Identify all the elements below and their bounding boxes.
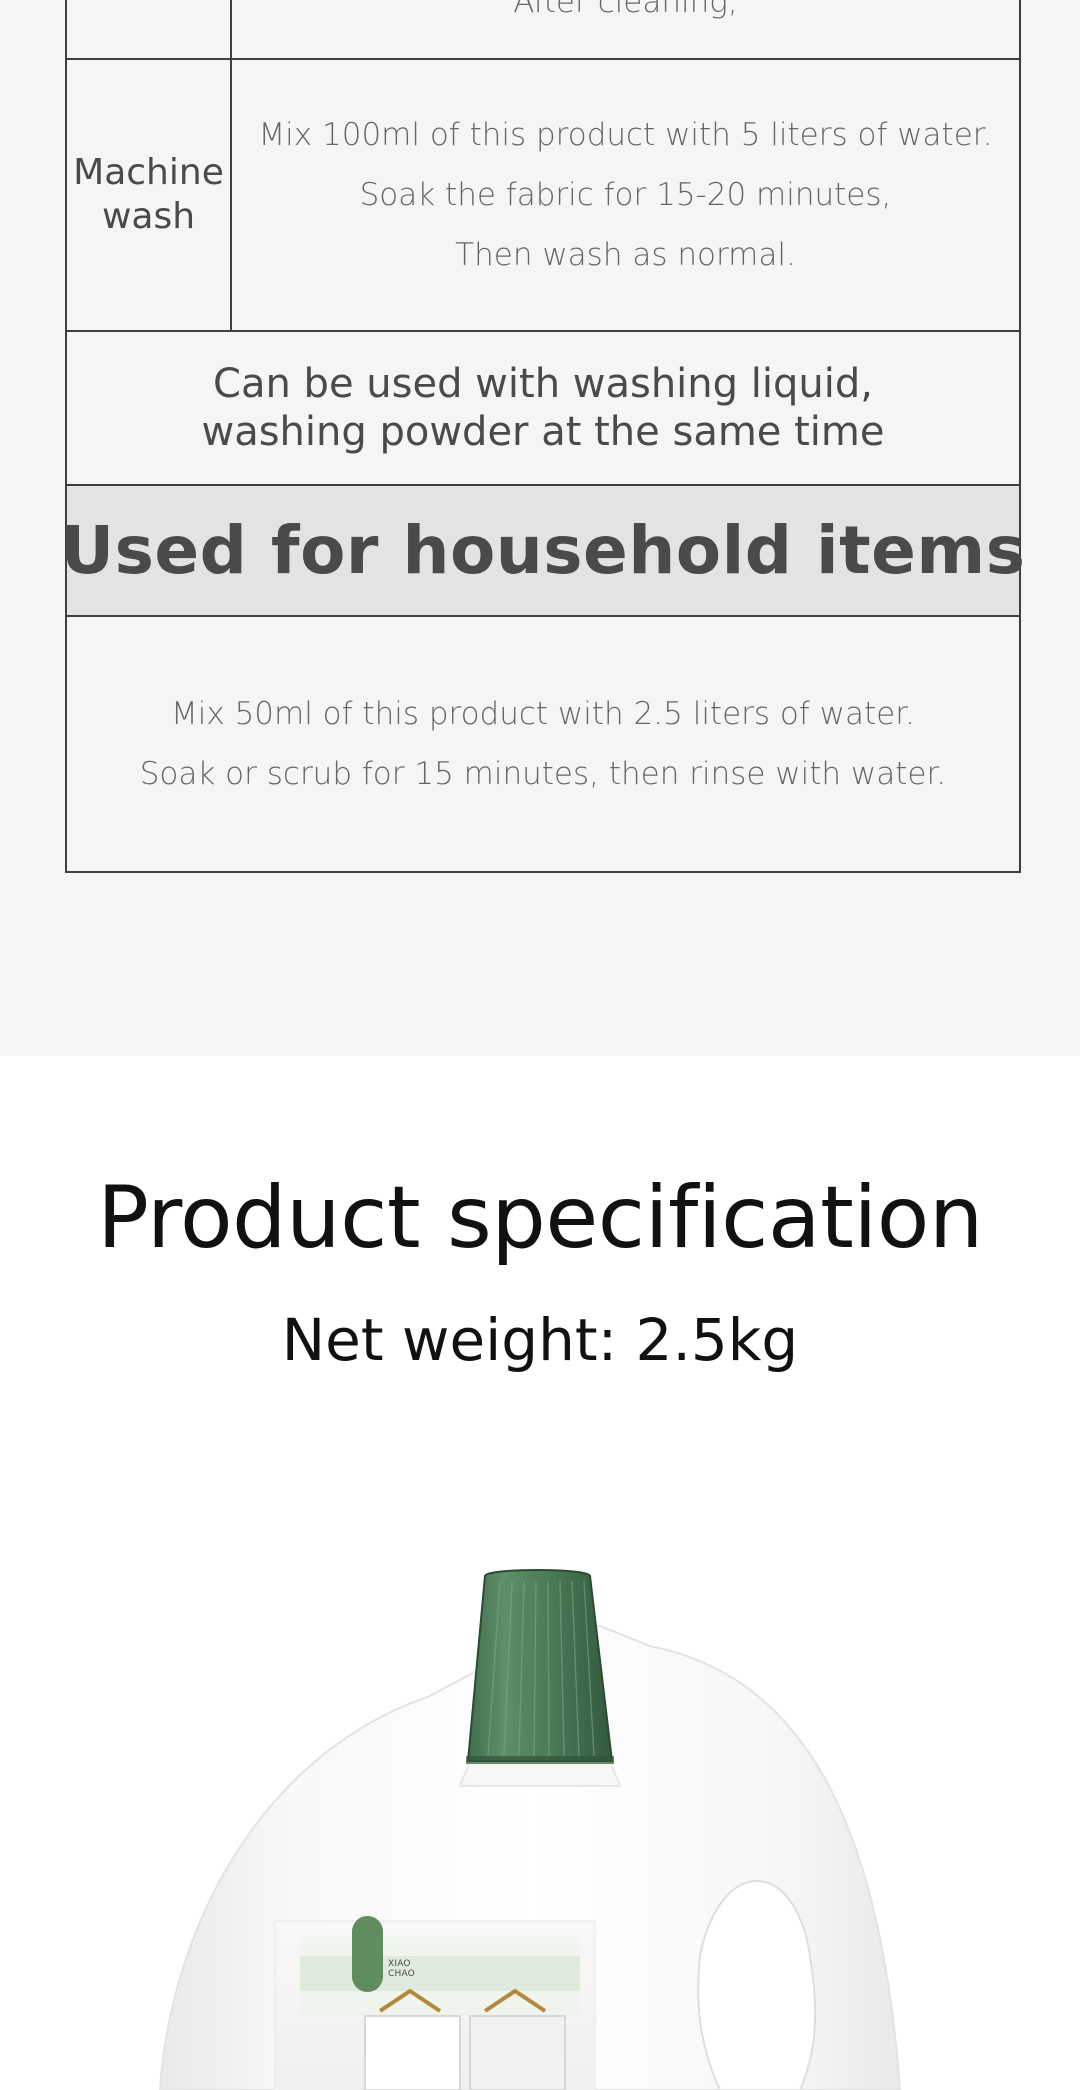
- household-title: Used for household items: [60, 512, 1026, 589]
- table-row-machine-wash: Machine wash Mix 100ml of this product w…: [67, 60, 1019, 332]
- machine-wash-label-line1: Machine: [73, 152, 224, 193]
- household-instructions: Mix 50ml of this product with 2.5 liters…: [67, 617, 1019, 871]
- instruction-line: Soak the fabric for 15-20 minutes,: [359, 177, 892, 213]
- compatibility-note: Can be used with washing liquid, washing…: [67, 332, 1019, 484]
- product-bottle-image: [158, 1569, 902, 2090]
- machine-wash-instructions: Mix 100ml of this product with 5 liters …: [232, 60, 1019, 330]
- brand-text-line2: CHAO: [388, 1969, 415, 1979]
- brand-text-line1: XIAO: [388, 1959, 411, 1969]
- table-row-top: After cleaning,: [67, 0, 1019, 60]
- brand-text: XIAO CHAO: [388, 1959, 415, 1979]
- cap-rim: [466, 1756, 614, 1764]
- compatibility-line1: Can be used with washing liquid,: [213, 361, 873, 407]
- bottle-neck: [458, 1760, 622, 1787]
- instructions-section: After cleaning, Machine wash Mix 100ml o…: [0, 0, 1080, 1056]
- table-cell-left: [67, 0, 232, 58]
- household-header-cell: Used for household items: [61, 486, 1025, 615]
- instruction-line: Mix 50ml of this product with 2.5 liters…: [171, 696, 915, 732]
- instruction-line: Soak or scrub for 15 minutes, then rinse…: [139, 756, 947, 792]
- machine-wash-label: Machine wash: [73, 151, 224, 239]
- table-row-compatibility: Can be used with washing liquid, washing…: [67, 332, 1019, 486]
- table-cell-right: After cleaning,: [232, 0, 1019, 58]
- shirt-left: [364, 2015, 461, 2090]
- label-window-tint: [300, 1956, 580, 1991]
- machine-wash-label-cell: Machine wash: [67, 60, 232, 330]
- brand-logo-tag: [352, 1916, 383, 1992]
- instruction-line: Then wash as normal.: [455, 237, 796, 273]
- compatibility-line2: washing powder at the same time: [201, 409, 885, 455]
- table-row-household-header: Used for household items: [61, 486, 1025, 617]
- bottle-handle: [697, 1880, 817, 2090]
- shirt-right: [469, 2015, 566, 2090]
- usage-table: After cleaning, Machine wash Mix 100ml o…: [61, 0, 1025, 873]
- cut-off-text: After cleaning,: [513, 0, 738, 20]
- product-spec-section: Product specification Net weight: 2.5kg: [0, 1056, 1080, 2090]
- table-row-household-body: Mix 50ml of this product with 2.5 liters…: [67, 617, 1019, 871]
- machine-wash-label-line2: wash: [101, 196, 196, 237]
- instruction-line: Mix 100ml of this product with 5 liters …: [258, 117, 993, 153]
